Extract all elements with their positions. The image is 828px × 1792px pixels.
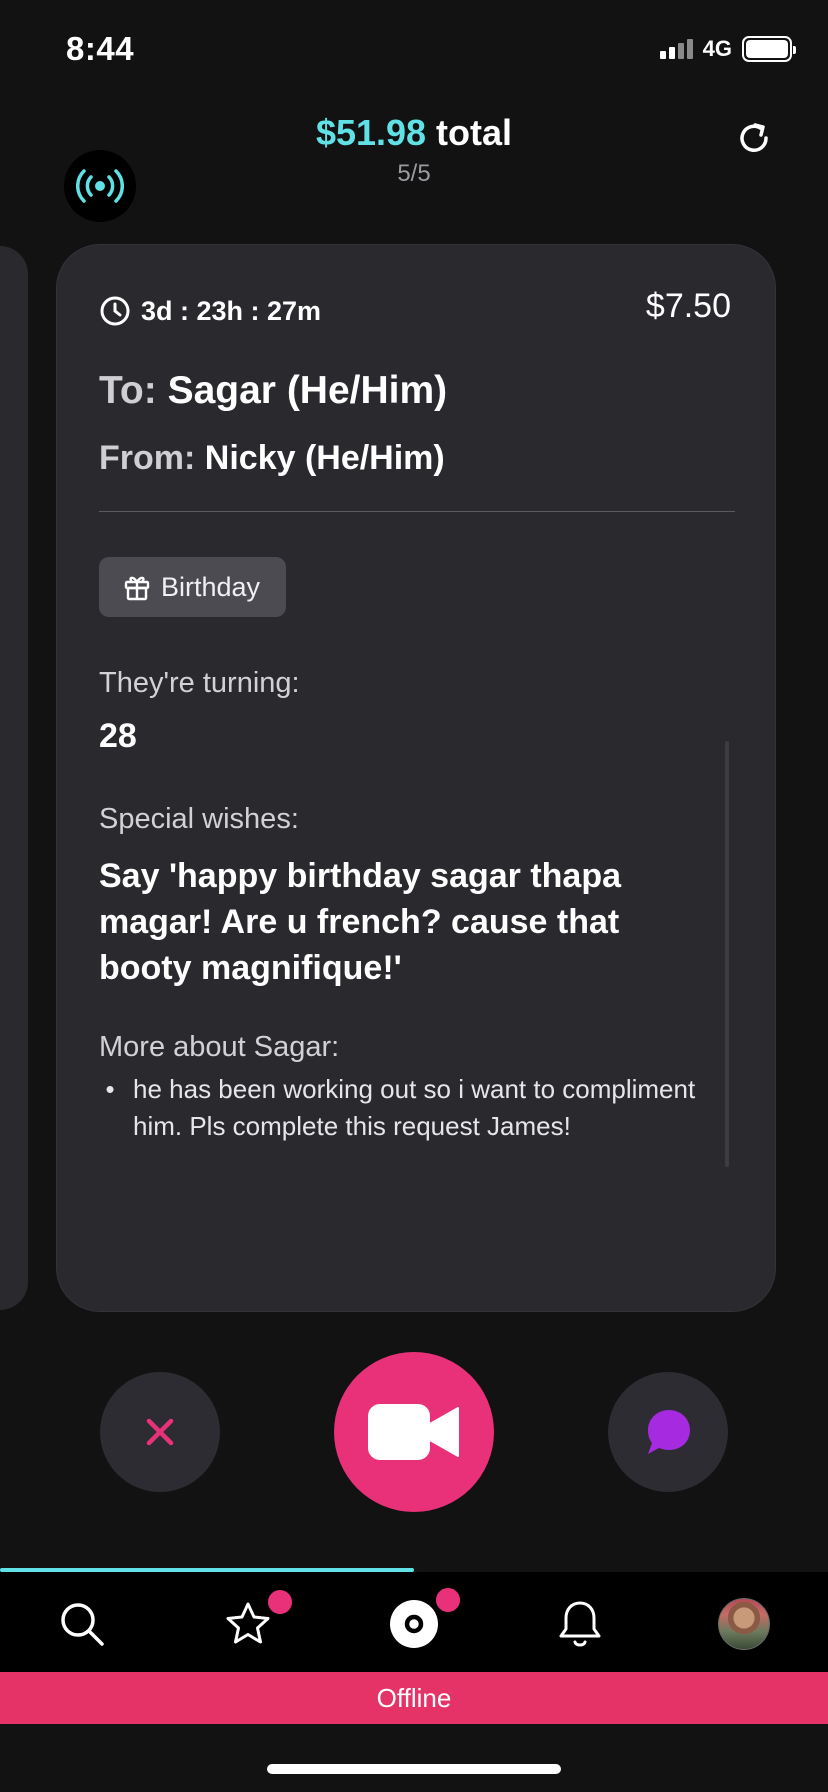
from-label: From: [99,439,196,477]
more-about-line: him. Pls complete this request James! [133,1111,571,1141]
recipient-line: To: Sagar (He/Him) [99,369,447,413]
signal-icon [659,39,693,59]
to-label: To: [99,369,157,412]
tab-favorites[interactable] [220,1590,292,1652]
total-earnings: $51.98 total [0,112,828,154]
card-scrollbar[interactable] [725,741,729,1167]
wishes-label: Special wishes: [99,803,299,835]
request-price: $7.50 [645,287,731,325]
divider [99,511,735,512]
refresh-icon [740,123,768,152]
sender-line: From: Nicky (He/Him) [99,439,445,478]
close-icon [146,1418,174,1446]
record-icon [390,1600,438,1648]
sender-name: Nicky (He/Him) [204,439,445,477]
record-video-button[interactable] [334,1352,494,1512]
offline-banner: Offline [0,1672,828,1724]
more-about-label: More about Sagar: [99,1031,340,1063]
turning-label: They're turning: [99,667,300,699]
earnings-summary: $51.98 total 5/5 [0,112,828,188]
recipient-name: Sagar (He/Him) [167,369,448,412]
video-camera-icon [368,1404,459,1460]
tab-notifications[interactable] [552,1596,608,1652]
decline-button[interactable] [100,1372,220,1492]
status-bar: 8:44 4G [0,0,828,100]
bell-icon [559,1601,601,1647]
occasion-label: Birthday [161,571,261,602]
clock-icon [100,296,130,326]
gift-icon [124,576,150,601]
occasion-tag: Birthday [99,557,287,617]
time-remaining: 3d : 23h : 27m [99,295,321,327]
request-count: 5/5 [397,160,431,187]
list-item: him. Pls complete this request James! [99,1108,725,1145]
network-label: 4G [702,36,732,61]
tab-profile[interactable] [716,1596,772,1652]
request-card[interactable]: 3d : 23h : 27m $7.50 To: Sagar (He/Him) … [56,244,776,1312]
refresh-button[interactable] [730,114,778,162]
notification-dot [268,1590,292,1614]
total-amount: $51.98 [315,112,427,153]
bottom-tab-bar [0,1572,828,1672]
tab-search[interactable] [54,1596,110,1652]
avatar [718,1598,770,1650]
turning-value: 28 [99,717,137,755]
notification-dot [436,1588,460,1612]
tab-requests[interactable] [386,1588,460,1652]
star-icon [226,1602,270,1644]
home-indicator[interactable] [267,1764,561,1774]
status-time: 8:44 [66,30,135,67]
chat-bubble-icon [648,1410,690,1454]
more-about-line: he has been working out so i want to com… [133,1074,696,1104]
header: $51.98 total 5/5 [0,100,828,240]
list-item: • he has been working out so i want to c… [99,1071,725,1108]
status-indicators: 4G [659,36,796,62]
timer-text: 3d : 23h : 27m [141,295,322,326]
more-about-list: • he has been working out so i want to c… [99,1071,725,1145]
message-button[interactable] [608,1372,728,1492]
bullet: • [105,1074,115,1104]
total-suffix: total [426,112,513,153]
search-icon [61,1603,104,1646]
battery-icon [742,36,796,62]
wishes-text: Say 'happy birthday sagar thapa magar! A… [99,857,622,987]
previous-card-peek[interactable] [0,246,28,1310]
